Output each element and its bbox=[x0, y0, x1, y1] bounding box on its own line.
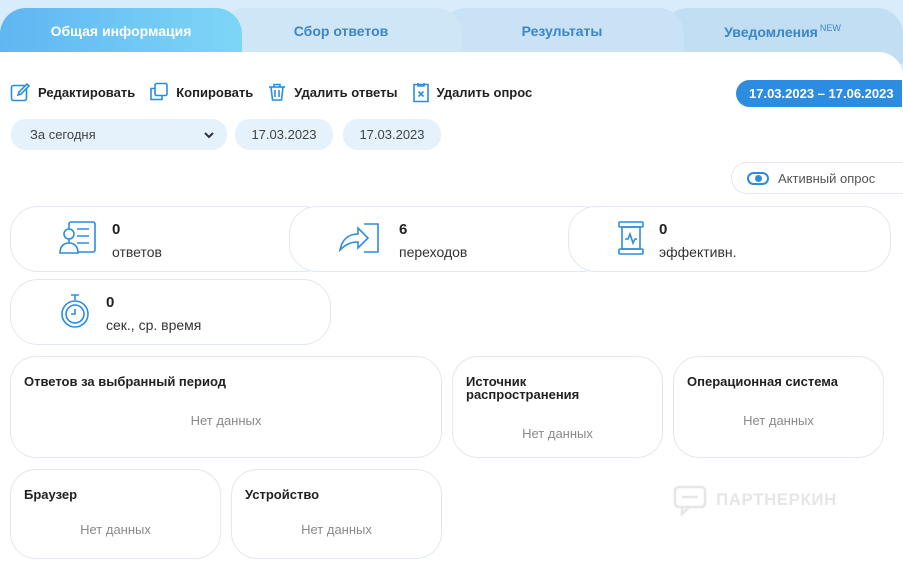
active-survey-toggle[interactable]: Активный опрос bbox=[731, 162, 903, 194]
stat-value: 0 bbox=[106, 294, 115, 311]
delete-survey-button[interactable]: Удалить опрос bbox=[412, 82, 533, 103]
no-data-text: Нет данных bbox=[190, 413, 262, 428]
panel-answers-period: Ответов за выбранный период Нет данных bbox=[10, 356, 442, 458]
no-data-text: Нет данных bbox=[80, 522, 151, 537]
active-survey-label: Активный опрос bbox=[778, 171, 876, 186]
panel-title: Устройство bbox=[245, 487, 320, 502]
no-data-text: Нет данных bbox=[743, 413, 814, 428]
trash-icon bbox=[269, 83, 286, 101]
watermark-text: ПАРТНЕРКИН bbox=[716, 490, 837, 509]
panel-title: Операционная система bbox=[687, 374, 838, 389]
panel-title: Источник распространения bbox=[466, 374, 580, 402]
stat-value: 0 bbox=[659, 221, 668, 238]
panel-title: Браузер bbox=[24, 487, 78, 502]
pencil-icon bbox=[10, 82, 31, 101]
panel-device: Устройство Нет данных bbox=[231, 469, 442, 559]
stat-label: сек., ср. время bbox=[106, 317, 202, 333]
edit-label: Редактировать bbox=[38, 84, 136, 100]
watermark-logo-icon bbox=[673, 485, 707, 518]
stat-card-avg-time: 0 сек., ср. время bbox=[10, 279, 331, 345]
chevron-down-icon bbox=[204, 132, 214, 139]
new-badge: NEW bbox=[819, 23, 841, 33]
tab-label: Результаты bbox=[521, 23, 603, 39]
period-select[interactable]: За сегодня bbox=[11, 119, 227, 150]
delete-answers-label: Удалить ответы bbox=[294, 84, 398, 100]
stat-card-efficiency: 0 эффективн. bbox=[568, 206, 891, 272]
edit-button[interactable]: Редактировать bbox=[10, 82, 135, 103]
answers-icon bbox=[59, 221, 96, 254]
delete-document-icon bbox=[412, 82, 429, 102]
toolbar: Редактировать Копировать Удалить ответы … bbox=[10, 80, 546, 104]
panel-operating-system: Операционная система Нет данных bbox=[673, 356, 884, 458]
redirect-arrow-icon bbox=[338, 223, 379, 253]
efficiency-icon bbox=[618, 221, 644, 255]
stat-value: 0 bbox=[112, 221, 121, 238]
stat-label: переходов bbox=[399, 244, 468, 260]
date-to-input[interactable]: 17.03.2023 bbox=[343, 119, 441, 150]
watermark: ПАРТНЕРКИН bbox=[672, 482, 837, 518]
delete-survey-label: Удалить опрос bbox=[436, 84, 533, 100]
tab-label: Уведомления bbox=[724, 24, 818, 40]
no-data-text: Нет данных bbox=[522, 426, 593, 441]
toggle-switch[interactable] bbox=[747, 172, 769, 185]
tab-label: Общая информация bbox=[50, 23, 192, 39]
copy-icon bbox=[150, 82, 169, 101]
date-range-badge: 17.03.2023 – 17.06.2023 bbox=[736, 80, 902, 107]
tab-label: Сбор ответов bbox=[293, 23, 389, 39]
stat-label: ответов bbox=[112, 244, 162, 260]
panel-browser: Браузер Нет данных bbox=[10, 469, 221, 559]
panel-distribution-source: Источник распространения Нет данных bbox=[452, 356, 663, 458]
panel-title: Ответов за выбранный период bbox=[24, 374, 226, 389]
stopwatch-icon bbox=[61, 294, 89, 328]
copy-label: Копировать bbox=[176, 84, 254, 100]
main-panel: Редактировать Копировать Удалить ответы … bbox=[0, 52, 903, 571]
stat-value: 6 bbox=[399, 221, 408, 238]
period-select-value: За сегодня bbox=[30, 127, 96, 142]
no-data-text: Нет данных bbox=[301, 522, 372, 537]
copy-button[interactable]: Копировать bbox=[149, 82, 253, 102]
stat-label: эффективн. bbox=[659, 244, 737, 260]
delete-answers-button[interactable]: Удалить ответы bbox=[267, 82, 398, 102]
date-from-input[interactable]: 17.03.2023 bbox=[235, 119, 333, 150]
stat-card-answers: 0 ответов bbox=[10, 206, 331, 272]
stat-card-redirects: 6 переходов bbox=[289, 206, 610, 272]
